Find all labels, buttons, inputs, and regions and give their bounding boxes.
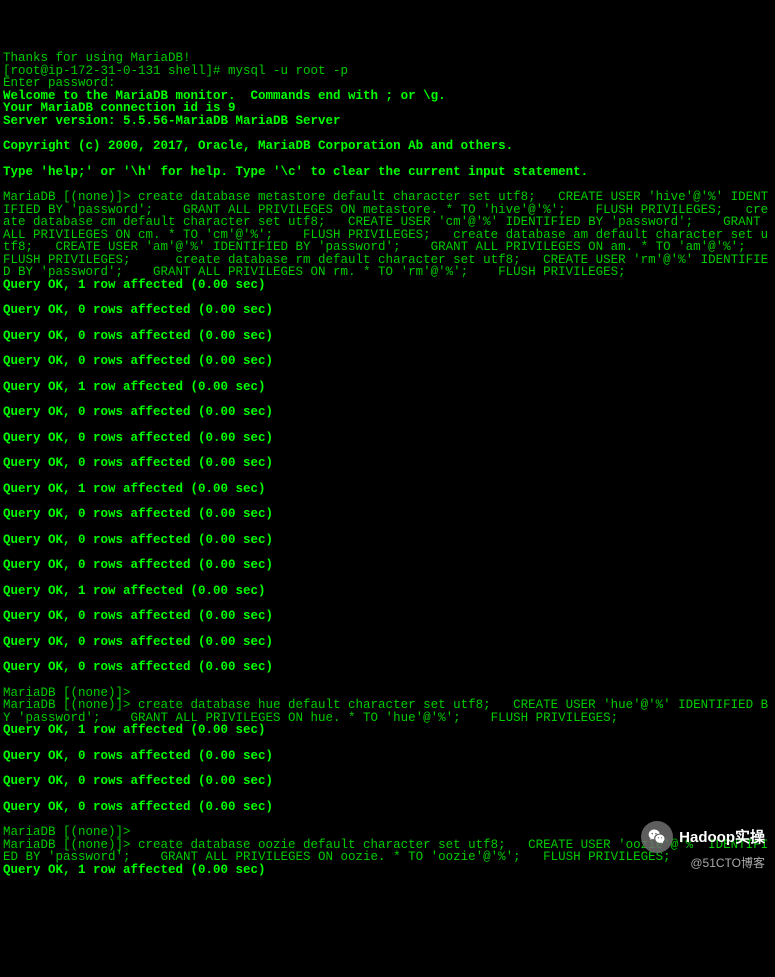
terminal-line: MariaDB [(none)]> create database metast… <box>3 191 772 279</box>
wechat-icon <box>641 821 673 853</box>
terminal-line: Query OK, 0 rows affected (0.00 sec) <box>3 457 772 470</box>
terminal-line: Enter password: <box>3 77 772 90</box>
terminal-line: Thanks for using MariaDB! <box>3 52 772 65</box>
terminal-line <box>3 623 772 636</box>
terminal-line: [root@ip-172-31-0-131 shell]# mysql -u r… <box>3 65 772 78</box>
terminal-line <box>3 419 772 432</box>
terminal-line: Query OK, 0 rows affected (0.00 sec) <box>3 775 772 788</box>
terminal-line: Query OK, 1 row affected (0.00 sec) <box>3 483 772 496</box>
terminal-line <box>3 153 772 166</box>
terminal-line: Query OK, 0 rows affected (0.00 sec) <box>3 801 772 814</box>
watermark: Hadoop实操 @51CTO博客 <box>641 821 765 869</box>
terminal-line: MariaDB [(none)]> create database hue de… <box>3 699 772 724</box>
terminal-line: Copyright (c) 2000, 2017, Oracle, MariaD… <box>3 140 772 153</box>
terminal-line: Query OK, 1 row affected (0.00 sec) <box>3 724 772 737</box>
terminal-line <box>3 368 772 381</box>
terminal-line: Query OK, 0 rows affected (0.00 sec) <box>3 304 772 317</box>
terminal-line: Type 'help;' or '\h' for help. Type '\c'… <box>3 166 772 179</box>
terminal-line <box>3 317 772 330</box>
terminal-line <box>3 572 772 585</box>
terminal-line: Query OK, 0 rows affected (0.00 sec) <box>3 750 772 763</box>
terminal-line: Query OK, 1 row affected (0.00 sec) <box>3 381 772 394</box>
terminal-line: Query OK, 0 rows affected (0.00 sec) <box>3 559 772 572</box>
terminal-line <box>3 521 772 534</box>
terminal-line: Query OK, 0 rows affected (0.00 sec) <box>3 534 772 547</box>
terminal-line: Query OK, 0 rows affected (0.00 sec) <box>3 406 772 419</box>
terminal-line <box>3 470 772 483</box>
terminal-line: Server version: 5.5.56-MariaDB MariaDB S… <box>3 115 772 128</box>
terminal-output[interactable]: Thanks for using MariaDB![root@ip-172-31… <box>3 52 772 889</box>
terminal-line: Query OK, 0 rows affected (0.00 sec) <box>3 508 772 521</box>
terminal-line: Query OK, 0 rows affected (0.00 sec) <box>3 355 772 368</box>
terminal-line: Query OK, 0 rows affected (0.00 sec) <box>3 610 772 623</box>
terminal-line: Query OK, 0 rows affected (0.00 sec) <box>3 636 772 649</box>
terminal-line: Your MariaDB connection id is 9 <box>3 102 772 115</box>
watermark-bottom-text: @51CTO博客 <box>690 857 765 869</box>
terminal-line: Query OK, 0 rows affected (0.00 sec) <box>3 330 772 343</box>
terminal-line: Query OK, 1 row affected (0.00 sec) <box>3 585 772 598</box>
terminal-line <box>3 876 772 889</box>
terminal-line: Query OK, 1 row affected (0.00 sec) <box>3 279 772 292</box>
terminal-line <box>3 737 772 750</box>
terminal-line: Query OK, 0 rows affected (0.00 sec) <box>3 432 772 445</box>
terminal-line <box>3 674 772 687</box>
watermark-top-text: Hadoop实操 <box>679 830 765 845</box>
terminal-line: Query OK, 0 rows affected (0.00 sec) <box>3 661 772 674</box>
terminal-line <box>3 788 772 801</box>
